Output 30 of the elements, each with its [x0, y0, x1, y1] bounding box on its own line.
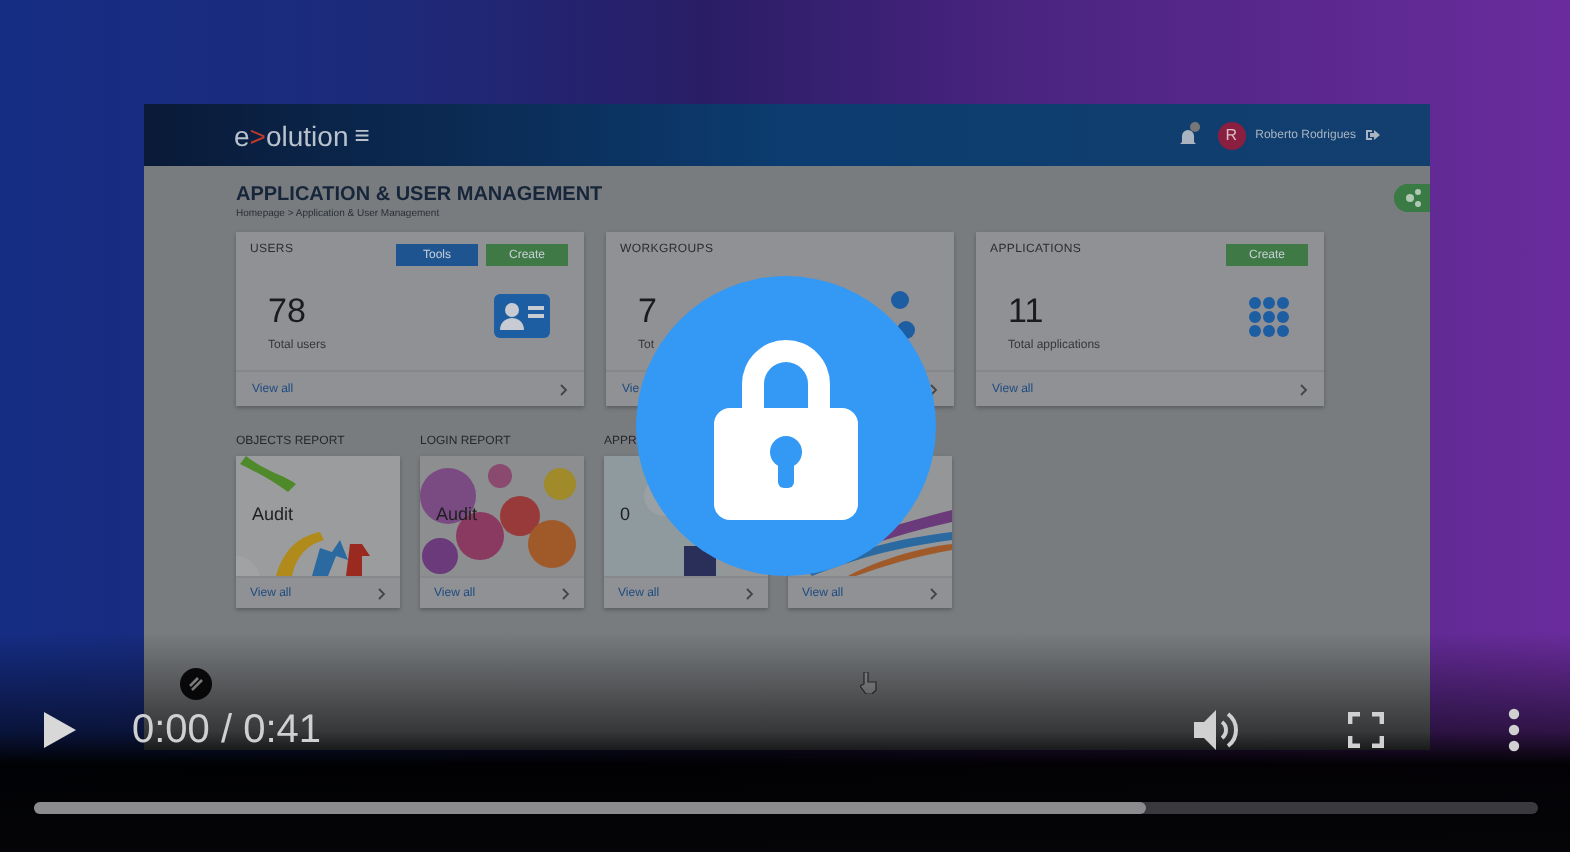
fullscreen-icon[interactable] — [1348, 712, 1384, 748]
more-icon[interactable] — [1508, 708, 1520, 752]
picture-caption: 0 — [620, 504, 631, 524]
chevron-icon — [930, 383, 938, 395]
chevron-icon — [746, 587, 754, 599]
id-card-icon — [494, 294, 550, 338]
chevron-icon — [378, 587, 386, 599]
play-button[interactable] — [44, 712, 76, 748]
logo: e>olution — [234, 119, 349, 151]
picture-caption: Audit — [252, 504, 294, 524]
volume-icon[interactable] — [1194, 708, 1242, 752]
channel-logo-icon — [180, 668, 212, 700]
progress-bar[interactable] — [34, 802, 1538, 814]
count: 7 — [638, 291, 657, 331]
logout-icon[interactable] — [1366, 128, 1382, 142]
page-title: APPLICATION & USER MANAGEMENT — [236, 184, 603, 206]
chevron-icon — [560, 383, 568, 395]
chevron-icon — [930, 587, 938, 599]
avatar[interactable]: R — [1217, 121, 1246, 149]
share-button[interactable] — [1394, 184, 1430, 212]
chevron-icon — [562, 587, 570, 599]
menu-icon[interactable]: ≡ — [354, 120, 370, 150]
time-display: 0:00 / 0:41 — [132, 707, 322, 753]
grid-icon — [1248, 295, 1290, 337]
chevron-icon — [1300, 383, 1308, 395]
bell-icon[interactable] — [1175, 123, 1200, 147]
count: 11 — [1008, 291, 1046, 331]
pointer-icon — [860, 672, 878, 694]
count: 78 — [268, 291, 308, 331]
picture-caption: Audit — [436, 504, 478, 524]
